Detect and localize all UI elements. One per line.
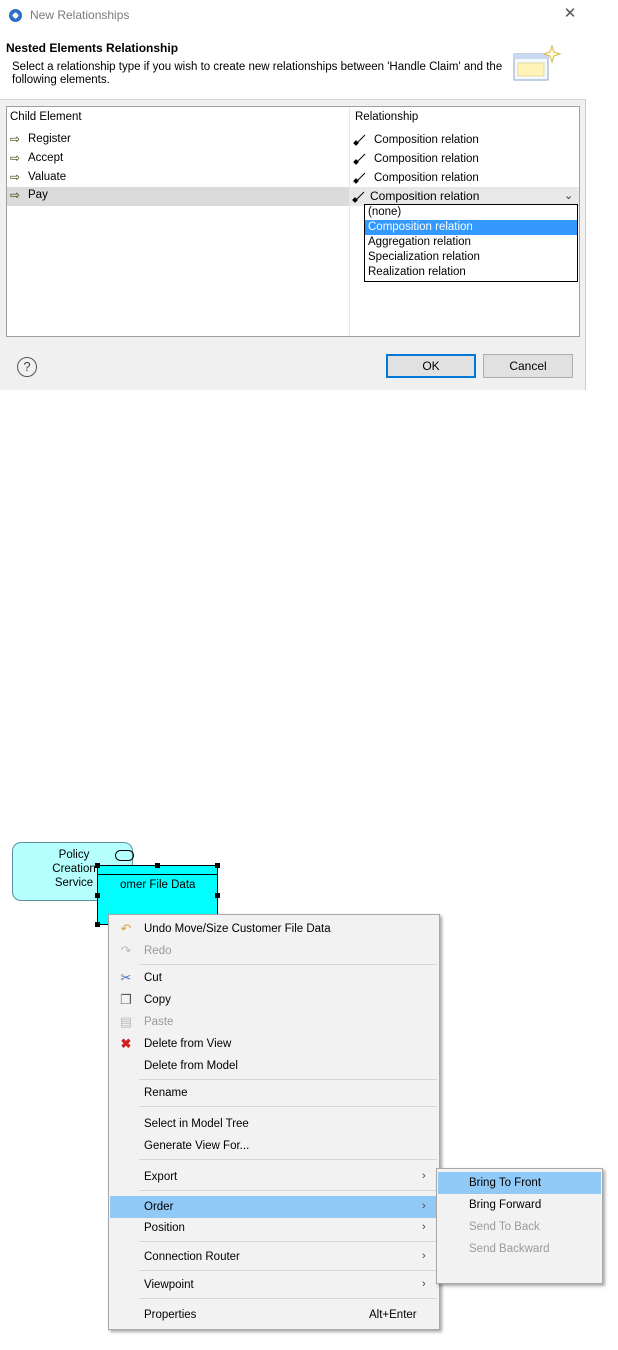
- dropdown-option[interactable]: (none): [365, 205, 577, 220]
- resize-handle[interactable]: [95, 863, 100, 868]
- resize-handle[interactable]: [95, 893, 100, 898]
- menu-item-order[interactable]: Order ›: [110, 1196, 438, 1218]
- delete-icon: ✖: [120, 1036, 132, 1051]
- dropdown-option[interactable]: Aggregation relation: [365, 235, 577, 250]
- relationship-value: Composition relation: [374, 171, 479, 184]
- child-element-name: Valuate: [28, 171, 67, 183]
- composition-relation-icon: [352, 191, 365, 203]
- dropdown-option-highlighted[interactable]: Composition relation: [365, 220, 577, 235]
- composition-relation-icon: [353, 134, 366, 146]
- context-menu: ↶ Undo Move/Size Customer File Data ↷ Re…: [108, 914, 440, 1330]
- menu-item-export[interactable]: Export ›: [110, 1166, 438, 1188]
- menu-separator: [139, 1190, 437, 1191]
- table-row[interactable]: ⇨ Register Composition relation: [7, 131, 579, 150]
- submenu-item-send-to-back[interactable]: Send To Back: [438, 1216, 601, 1238]
- child-element-name: Pay: [28, 189, 48, 201]
- arrow-right-icon: ⇨: [10, 151, 21, 165]
- menu-item-delete-from-model[interactable]: Delete from Model: [110, 1055, 438, 1077]
- cancel-button[interactable]: Cancel: [483, 354, 573, 378]
- resize-handle[interactable]: [215, 863, 220, 868]
- undo-icon: ↶: [120, 921, 132, 936]
- redo-icon: ↷: [120, 943, 132, 958]
- resize-handle[interactable]: [215, 893, 220, 898]
- submenu-arrow-icon: ›: [422, 1221, 426, 1233]
- menu-separator: [139, 1270, 437, 1271]
- menu-item-delete-from-view[interactable]: ✖ Delete from View: [110, 1033, 438, 1055]
- submenu-arrow-icon: ›: [422, 1170, 426, 1182]
- relationship-value: Composition relation: [374, 152, 479, 165]
- service-icon: [115, 850, 134, 861]
- copy-icon: ❐: [120, 992, 132, 1007]
- menu-item-properties[interactable]: Properties Alt+Enter: [110, 1304, 438, 1326]
- resize-handle[interactable]: [95, 922, 100, 927]
- submenu-item-bring-forward[interactable]: Bring Forward: [438, 1194, 601, 1216]
- relationship-dropdown-list[interactable]: (none) Composition relation Aggregation …: [364, 204, 578, 282]
- column-header-relationship[interactable]: Relationship: [355, 111, 418, 123]
- ok-button[interactable]: OK: [386, 354, 476, 378]
- arrow-right-icon: ⇨: [10, 170, 21, 184]
- relationship-value: Composition relation: [374, 133, 479, 146]
- data-object-divider: [98, 874, 217, 875]
- menu-item-generate-view[interactable]: Generate View For...: [110, 1135, 438, 1157]
- composition-relation-icon: [353, 153, 366, 165]
- menu-separator: [139, 1106, 437, 1107]
- menu-item-select-in-model-tree[interactable]: Select in Model Tree: [110, 1113, 438, 1135]
- submenu-arrow-icon: ›: [422, 1278, 426, 1290]
- menu-item-position[interactable]: Position ›: [110, 1217, 438, 1239]
- dropdown-option[interactable]: Realization relation: [365, 265, 577, 280]
- arrow-right-icon: ⇨: [10, 132, 21, 146]
- help-icon[interactable]: ?: [17, 357, 37, 377]
- menu-separator: [139, 1159, 437, 1160]
- menu-item-rename[interactable]: Rename: [110, 1082, 438, 1104]
- menu-item-viewpoint[interactable]: Viewpoint ›: [110, 1274, 438, 1296]
- child-element-name: Register: [28, 133, 71, 145]
- app-icon: [9, 9, 22, 22]
- column-header-child-element[interactable]: Child Element: [10, 111, 82, 123]
- chevron-down-icon[interactable]: ⌄: [564, 189, 573, 202]
- combo-value: Composition relation: [370, 189, 480, 203]
- table-row[interactable]: ⇨ Accept Composition relation: [7, 150, 579, 169]
- header-description: Select a relationship type if you wish t…: [12, 61, 503, 86]
- new-relationships-dialog: New Relationships ✕ Nested Elements Rela…: [0, 0, 586, 390]
- menu-item-redo[interactable]: ↷ Redo: [110, 940, 438, 962]
- submenu-item-bring-to-front[interactable]: Bring To Front: [438, 1172, 601, 1194]
- menu-item-undo[interactable]: ↶ Undo Move/Size Customer File Data: [110, 918, 438, 940]
- dialog-header: Nested Elements Relationship Select a re…: [0, 30, 586, 100]
- dropdown-option[interactable]: Specialization relation: [365, 250, 577, 265]
- submenu-arrow-icon: ›: [422, 1200, 426, 1212]
- menu-separator: [139, 964, 437, 965]
- window-title: New Relationships: [30, 8, 130, 22]
- table-row[interactable]: ⇨ Valuate Composition relation: [7, 169, 579, 188]
- child-element-name: Accept: [28, 152, 64, 164]
- arrow-right-icon: ⇨: [10, 188, 21, 202]
- menu-separator: [139, 1298, 437, 1299]
- scissors-icon: ✂: [120, 970, 132, 985]
- menu-separator: [139, 1079, 437, 1080]
- submenu-item-send-backward[interactable]: Send Backward: [438, 1238, 601, 1260]
- menu-separator: [139, 1241, 437, 1242]
- resize-handle[interactable]: [155, 863, 160, 868]
- close-icon[interactable]: ✕: [561, 5, 579, 23]
- submenu-arrow-icon: ›: [422, 1250, 426, 1262]
- paste-icon: ▤: [119, 1014, 133, 1029]
- shortcut-label: Alt+Enter: [369, 1309, 417, 1321]
- dialog-titlebar: New Relationships ✕: [0, 0, 586, 30]
- menu-item-connection-router[interactable]: Connection Router ›: [110, 1246, 438, 1268]
- menu-item-cut[interactable]: ✂ Cut: [110, 967, 438, 989]
- node-label: omer File Data: [120, 879, 196, 891]
- menu-item-copy[interactable]: ❐ Copy: [110, 989, 438, 1011]
- wizard-window-icon: [513, 44, 562, 81]
- menu-item-paste[interactable]: ▤ Paste: [110, 1011, 438, 1033]
- composition-relation-icon: [353, 172, 366, 184]
- order-submenu: Bring To Front Bring Forward Send To Bac…: [436, 1168, 603, 1284]
- header-title: Nested Elements Relationship: [6, 41, 179, 55]
